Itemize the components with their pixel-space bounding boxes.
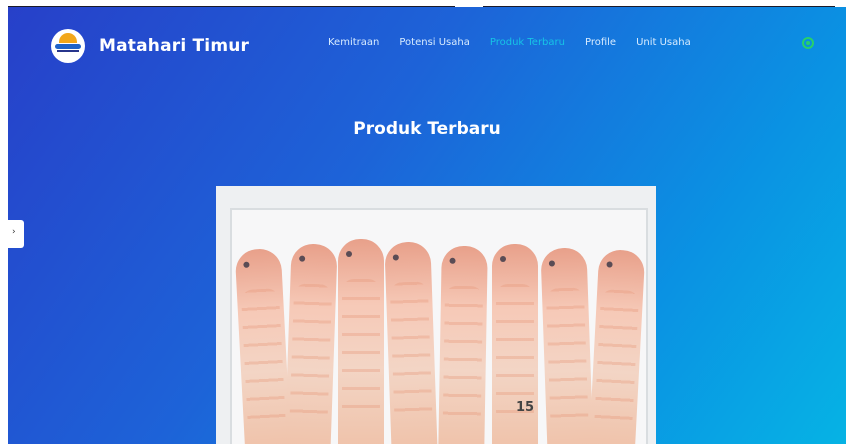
product-photo: 15: [216, 186, 656, 444]
nav-item-unit-usaha[interactable]: Unit Usaha: [636, 37, 691, 48]
section-title: Produk Terbaru: [353, 119, 501, 139]
whatsapp-icon[interactable]: [802, 37, 814, 49]
side-toggle-button[interactable]: ›: [8, 220, 24, 248]
shrimp-image: [338, 239, 384, 444]
nav-item-potensi-usaha[interactable]: Potensi Usaha: [399, 37, 470, 48]
nav-item-profile[interactable]: Profile: [585, 37, 616, 48]
hero-section: Matahari Timur Kemitraan Potensi Usaha P…: [8, 7, 846, 444]
shrimp-image: [540, 247, 594, 444]
brand-name: Matahari Timur: [99, 36, 250, 56]
main-nav: Kemitraan Potensi Usaha Produk Terbaru P…: [328, 37, 691, 48]
photo-label: 15: [516, 400, 535, 415]
nav-item-produk-terbaru[interactable]: Produk Terbaru: [490, 37, 565, 48]
shrimp-image: [284, 243, 338, 444]
chevron-right-icon: ›: [12, 227, 16, 237]
brand-logo-icon: [51, 29, 85, 63]
nav-item-kemitraan[interactable]: Kemitraan: [328, 37, 379, 48]
shrimp-image: [438, 245, 488, 444]
shrimp-image: [384, 241, 438, 444]
brand-link[interactable]: Matahari Timur: [51, 29, 249, 63]
